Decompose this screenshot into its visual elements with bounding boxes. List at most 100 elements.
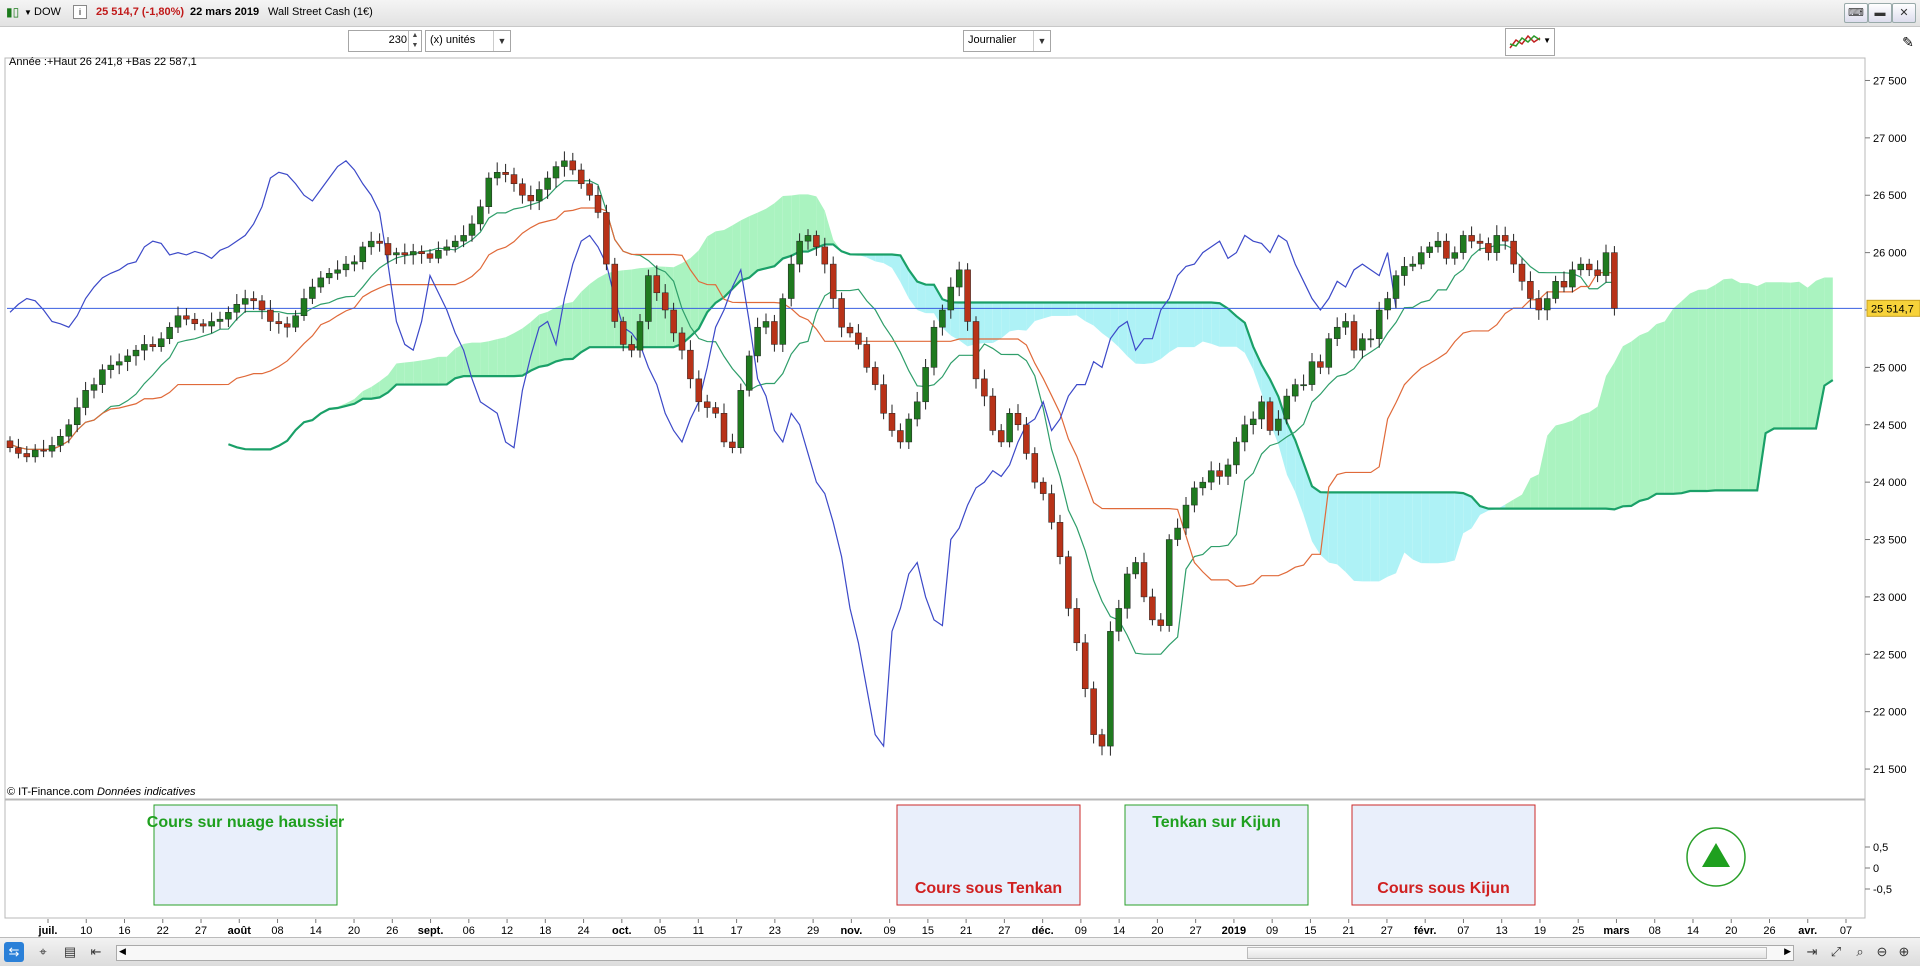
time-scrollbar[interactable]: ◀ ▶ <box>116 945 1794 961</box>
candle-body[interactable] <box>805 235 811 241</box>
candle-body[interactable] <box>1519 264 1525 281</box>
scroll-start-icon[interactable]: ⇤ <box>86 942 106 962</box>
zoom-in-icon[interactable]: ⊕ <box>1894 942 1914 962</box>
candle-body[interactable] <box>1511 241 1517 264</box>
zoom-icon[interactable]: ⌕ <box>1850 942 1870 962</box>
candle-body[interactable] <box>1485 243 1491 252</box>
candle-body[interactable] <box>839 299 845 328</box>
candle-body[interactable] <box>377 241 383 243</box>
candle-body[interactable] <box>1166 540 1172 626</box>
share-icon[interactable]: ⇆ <box>4 942 24 962</box>
candle-body[interactable] <box>822 247 828 264</box>
candle-body[interactable] <box>713 408 719 414</box>
candle-body[interactable] <box>326 273 332 278</box>
candle-body[interactable] <box>1267 402 1273 431</box>
candle-body[interactable] <box>1116 608 1122 631</box>
scroll-end-icon[interactable]: ⇥ <box>1802 942 1822 962</box>
candle-body[interactable] <box>234 304 240 312</box>
candle-body[interactable] <box>1544 299 1550 310</box>
symbol-label[interactable]: DOW <box>34 6 61 18</box>
candle-body[interactable] <box>1301 385 1307 386</box>
candle-body[interactable] <box>1099 735 1105 746</box>
candle-body[interactable] <box>872 367 878 384</box>
candle-body[interactable] <box>1032 453 1038 482</box>
candle-body[interactable] <box>49 445 55 451</box>
ichimoku-chart[interactable]: 21 50022 00022 50023 00023 50024 00024 5… <box>0 57 1920 937</box>
candle-body[interactable] <box>797 241 803 264</box>
candle-body[interactable] <box>1208 471 1214 482</box>
candle-body[interactable] <box>671 310 677 333</box>
candle-body[interactable] <box>645 276 651 322</box>
candle-body[interactable] <box>906 419 912 442</box>
candle-body[interactable] <box>1141 562 1147 596</box>
candle-body[interactable] <box>1049 494 1055 523</box>
scroll-right-icon[interactable]: ▶ <box>1784 946 1791 957</box>
candle-body[interactable] <box>897 431 903 442</box>
candle-body[interactable] <box>1284 396 1290 419</box>
candle-body[interactable] <box>990 396 996 430</box>
candle-body[interactable] <box>7 441 13 448</box>
candle-body[interactable] <box>183 316 189 319</box>
auto-scale-icon[interactable]: ⤢ <box>1826 942 1846 962</box>
candle-body[interactable] <box>637 321 643 350</box>
chevron-down-icon[interactable]: ▼ <box>1033 31 1050 51</box>
candle-body[interactable] <box>99 370 105 385</box>
candle-body[interactable] <box>385 243 391 254</box>
indicator-picker[interactable]: ▼ <box>1505 28 1555 56</box>
candle-body[interactable] <box>167 327 173 338</box>
candle-body[interactable] <box>1158 620 1164 626</box>
candle-body[interactable] <box>116 362 122 365</box>
candle-body[interactable] <box>545 178 551 189</box>
candle-body[interactable] <box>435 250 441 258</box>
candle-body[interactable] <box>200 324 206 326</box>
candle-body[interactable] <box>629 344 635 350</box>
candle-body[interactable] <box>66 425 72 436</box>
candle-body[interactable] <box>259 301 265 310</box>
candle-body[interactable] <box>763 321 769 327</box>
candle-body[interactable] <box>931 327 937 367</box>
candle-body[interactable] <box>620 321 626 344</box>
candle-body[interactable] <box>150 344 156 346</box>
candle-body[interactable] <box>410 251 416 254</box>
candle-body[interactable] <box>578 170 584 184</box>
candle-body[interactable] <box>696 379 702 402</box>
candle-body[interactable] <box>603 212 609 264</box>
candle-body[interactable] <box>981 379 987 396</box>
candle-body[interactable] <box>419 251 425 253</box>
candle-body[interactable] <box>494 172 500 178</box>
candle-body[interactable] <box>503 172 509 174</box>
candle-body[interactable] <box>813 235 819 246</box>
scroll-left-icon[interactable]: ◀ <box>119 946 126 957</box>
candle-body[interactable] <box>1040 482 1046 493</box>
candle-body[interactable] <box>1376 310 1382 339</box>
candle-body[interactable] <box>284 324 290 327</box>
candle-body[interactable] <box>965 270 971 322</box>
candle-body[interactable] <box>1452 253 1458 259</box>
candle-body[interactable] <box>1603 253 1609 276</box>
candle-body[interactable] <box>1242 425 1248 442</box>
candle-body[interactable] <box>309 287 315 298</box>
keyboard-icon[interactable]: ⌨ <box>1844 3 1868 23</box>
candle-body[interactable] <box>452 241 458 247</box>
candle-body[interactable] <box>1435 241 1441 247</box>
candle-body[interactable] <box>855 333 861 344</box>
candle-body[interactable] <box>570 161 576 170</box>
candle-body[interactable] <box>251 299 257 301</box>
candle-body[interactable] <box>1477 241 1483 243</box>
candle-body[interactable] <box>133 350 139 356</box>
units-stepper[interactable]: 230 ▲▼ <box>348 30 422 52</box>
candle-body[interactable] <box>57 436 63 445</box>
candle-body[interactable] <box>368 241 374 247</box>
candle-body[interactable] <box>225 312 231 319</box>
candle-body[interactable] <box>914 402 920 419</box>
candle-body[interactable] <box>343 264 349 270</box>
candle-body[interactable] <box>192 319 198 324</box>
candle-body[interactable] <box>1368 339 1374 340</box>
draw-tool-icon[interactable]: ✎ <box>1898 29 1918 55</box>
candle-body[interactable] <box>1536 299 1542 310</box>
candle-body[interactable] <box>1351 321 1357 350</box>
candle-body[interactable] <box>83 390 89 407</box>
candle-body[interactable] <box>141 344 147 350</box>
candle-body[interactable] <box>519 184 525 195</box>
zoom-out-icon[interactable]: ⊖ <box>1872 942 1892 962</box>
